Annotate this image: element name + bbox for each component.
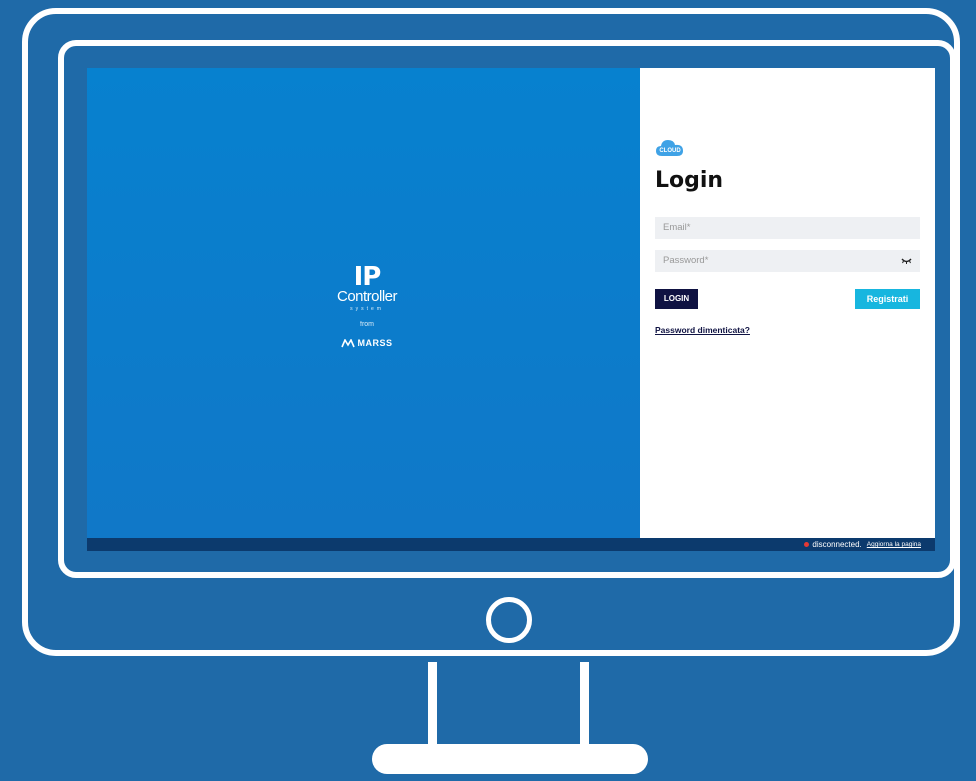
ip-controller-logo: IP Controller system from MARSS [317,262,417,348]
cloud-logo-text: CLOUD [659,148,681,154]
marss-logo: MARSS [317,338,417,348]
logo-system-text: system [350,306,384,312]
logo-controller-text: Controller [336,288,398,305]
email-placeholder: Email* [663,222,691,233]
register-button[interactable]: Registrati [855,289,920,309]
status-bar: disconnected. Aggiorna la pagina [87,538,935,551]
screen: IP Controller system from MARSS CLOUD Lo… [87,68,935,551]
cloud-logo-icon: CLOUD [656,140,683,156]
login-panel: CLOUD Login Email* Password* LOGIN Regis… [640,68,935,538]
password-placeholder: Password* [663,255,709,266]
status-text: disconnected. [812,540,862,549]
page-title: Login [655,168,724,193]
password-field[interactable]: Password* [655,250,920,272]
monitor-stand-base [372,744,648,774]
login-button[interactable]: LOGIN [655,289,698,309]
monitor-stand-left [428,662,437,750]
forgot-password-link[interactable]: Password dimenticata? [655,325,750,335]
power-button-icon [486,597,532,643]
connection-status: disconnected. Aggiorna la pagina [804,538,921,551]
brand-panel: IP Controller system from MARSS [87,68,640,538]
logo-ip-text: IP [353,262,382,292]
email-field[interactable]: Email* [655,217,920,239]
logo-from-text: from [360,321,374,328]
reload-page-link[interactable]: Aggiorna la pagina [867,538,921,551]
marss-m-icon [341,338,356,347]
monitor-stand-right [580,662,589,750]
eye-closed-icon[interactable] [901,257,912,265]
logo-marss-text: MARSS [357,338,393,348]
status-dot-icon [804,542,810,547]
